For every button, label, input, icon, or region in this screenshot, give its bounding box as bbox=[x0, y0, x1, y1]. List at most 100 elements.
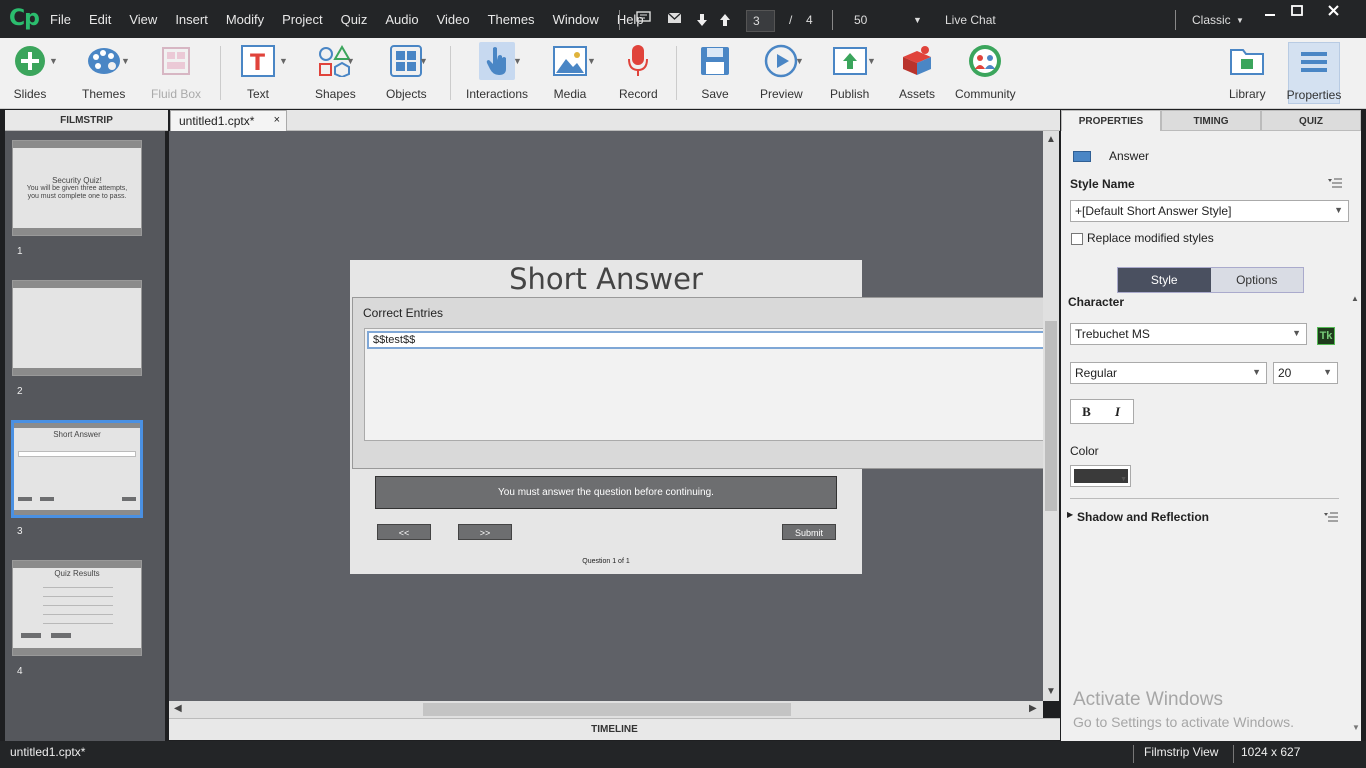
style-name-value: +[Default Short Answer Style] bbox=[1075, 204, 1232, 218]
scroll-down-icon[interactable]: ▼ bbox=[1352, 723, 1360, 732]
divider bbox=[1070, 498, 1339, 499]
options-tab[interactable]: Options bbox=[1211, 268, 1304, 292]
preview-button[interactable]: Preview bbox=[760, 42, 803, 104]
tab-timing[interactable]: TIMING bbox=[1161, 110, 1261, 131]
zoom-dropdown-icon[interactable]: ▼ bbox=[913, 15, 922, 25]
maximize-icon[interactable] bbox=[1291, 4, 1303, 20]
menu-file[interactable]: File bbox=[50, 12, 71, 27]
typekit-button[interactable]: Tk bbox=[1317, 327, 1335, 345]
slides-button[interactable]: Slides bbox=[12, 42, 48, 104]
workspace-dropdown-icon[interactable]: ▼ bbox=[1236, 16, 1244, 25]
scrollbar-thumb[interactable] bbox=[423, 703, 791, 716]
mail-icon[interactable] bbox=[667, 11, 682, 27]
assets-button[interactable]: Assets bbox=[899, 42, 935, 104]
collapse-icon[interactable]: ▲ bbox=[1351, 294, 1359, 303]
slide-number: 1 bbox=[17, 246, 23, 257]
chevron-down-icon[interactable]: ▼ bbox=[867, 56, 876, 66]
media-button[interactable]: Media bbox=[552, 42, 588, 104]
tab-properties[interactable]: PROPERTIES bbox=[1061, 110, 1161, 131]
community-button[interactable]: Community bbox=[955, 42, 1016, 104]
menu-quiz[interactable]: Quiz bbox=[341, 12, 368, 27]
color-picker[interactable]: ▼ bbox=[1070, 465, 1131, 487]
bold-button[interactable]: B bbox=[1071, 400, 1102, 423]
horizontal-scrollbar[interactable]: ◀ ▶ bbox=[169, 701, 1043, 718]
menu-audio[interactable]: Audio bbox=[385, 12, 418, 27]
chevron-down-icon[interactable]: ▼ bbox=[419, 56, 428, 66]
record-label: Record bbox=[619, 87, 658, 101]
shadow-menu-icon[interactable] bbox=[1323, 511, 1339, 526]
close-tab-icon[interactable]: × bbox=[274, 114, 280, 126]
objects-button[interactable]: Objects bbox=[386, 42, 427, 104]
style-menu-icon[interactable] bbox=[1327, 177, 1343, 192]
fluid-box-icon bbox=[158, 42, 194, 80]
minimize-icon[interactable] bbox=[1264, 4, 1276, 20]
correct-entries-list[interactable]: $$test$$ bbox=[364, 328, 1048, 441]
text-button[interactable]: T Text bbox=[240, 42, 276, 104]
scroll-down-icon[interactable]: ▼ bbox=[1046, 686, 1056, 697]
menu-view[interactable]: View bbox=[129, 12, 157, 27]
chevron-down-icon[interactable]: ▼ bbox=[279, 56, 288, 66]
close-icon[interactable] bbox=[1327, 4, 1340, 20]
properties-button[interactable]: Properties bbox=[1287, 42, 1341, 104]
slides-label: Slides bbox=[13, 87, 47, 101]
arrow-down-icon[interactable] bbox=[696, 13, 708, 30]
chevron-down-icon[interactable]: ▼ bbox=[795, 56, 804, 66]
chevron-down-icon[interactable]: ▼ bbox=[121, 56, 130, 66]
slide-thumbnail-3[interactable]: Short Answer bbox=[11, 420, 143, 518]
workspace-selector[interactable]: Classic bbox=[1192, 13, 1231, 27]
publish-button[interactable]: Publish bbox=[830, 42, 869, 104]
correct-entry-field[interactable]: $$test$$ bbox=[367, 331, 1047, 349]
tab-quiz[interactable]: QUIZ bbox=[1261, 110, 1361, 131]
interactions-button[interactable]: Interactions bbox=[466, 42, 528, 104]
menu-video[interactable]: Video bbox=[437, 12, 470, 27]
chevron-down-icon[interactable]: ▼ bbox=[587, 56, 596, 66]
library-button[interactable]: Library bbox=[1229, 42, 1266, 104]
slide-thumbnail-4[interactable]: Quiz Results bbox=[12, 560, 142, 656]
menu-themes[interactable]: Themes bbox=[488, 12, 535, 27]
menu-modify[interactable]: Modify bbox=[226, 12, 264, 27]
comment-icon[interactable] bbox=[636, 11, 651, 27]
shadow-reflection-label[interactable]: Shadow and Reflection bbox=[1077, 510, 1209, 524]
live-chat-link[interactable]: Live Chat bbox=[945, 13, 996, 27]
timeline-panel[interactable]: TIMELINE bbox=[169, 718, 1060, 740]
scroll-right-icon[interactable]: ▶ bbox=[1029, 703, 1037, 714]
menu-project[interactable]: Project bbox=[282, 12, 322, 27]
style-tab[interactable]: Style bbox=[1118, 268, 1211, 292]
zoom-value[interactable]: 50 bbox=[854, 13, 867, 27]
vertical-scrollbar[interactable]: ▲ ▼ bbox=[1043, 131, 1059, 701]
italic-button[interactable]: I bbox=[1102, 400, 1133, 423]
font-family-dropdown[interactable]: Trebuchet MS ▼ bbox=[1070, 323, 1307, 345]
scroll-up-icon[interactable]: ▲ bbox=[1046, 134, 1056, 145]
style-name-dropdown[interactable]: +[Default Short Answer Style] ▼ bbox=[1070, 200, 1349, 222]
current-slide-input[interactable]: 3 bbox=[746, 10, 775, 32]
slide-thumbnail-2[interactable] bbox=[12, 280, 142, 376]
font-style-dropdown[interactable]: Regular ▼ bbox=[1070, 362, 1267, 384]
submit-button[interactable]: Submit bbox=[782, 524, 836, 540]
fluid-box-label: Fluid Box bbox=[151, 87, 202, 101]
menu-insert[interactable]: Insert bbox=[175, 12, 208, 27]
shapes-button[interactable]: Shapes bbox=[315, 42, 356, 104]
menu-edit[interactable]: Edit bbox=[89, 12, 111, 27]
validation-message[interactable]: You must answer the question before cont… bbox=[375, 476, 837, 509]
back-button[interactable]: << bbox=[377, 524, 431, 540]
library-label: Library bbox=[1229, 87, 1266, 101]
expand-icon[interactable]: ▶ bbox=[1067, 510, 1073, 519]
scrollbar-thumb[interactable] bbox=[1045, 321, 1057, 511]
svg-text:T: T bbox=[250, 51, 265, 76]
replace-modified-checkbox[interactable] bbox=[1071, 233, 1083, 245]
slide-title[interactable]: Short Answer bbox=[350, 262, 862, 296]
arrow-up-icon[interactable] bbox=[719, 13, 731, 30]
next-button[interactable]: >> bbox=[458, 524, 512, 540]
scroll-left-icon[interactable]: ◀ bbox=[174, 703, 182, 714]
slide-separator: / bbox=[789, 13, 793, 27]
themes-button[interactable]: Themes bbox=[82, 42, 125, 104]
save-button[interactable]: Save bbox=[697, 42, 733, 104]
font-size-dropdown[interactable]: 20 ▼ bbox=[1273, 362, 1338, 384]
slide-thumbnail-1[interactable]: Security Quiz! You will be given three a… bbox=[12, 140, 142, 236]
chevron-down-icon[interactable]: ▼ bbox=[513, 56, 522, 66]
document-tab[interactable]: untitled1.cptx* × bbox=[170, 110, 287, 131]
chevron-down-icon[interactable]: ▼ bbox=[49, 56, 58, 66]
record-button[interactable]: Record bbox=[619, 42, 658, 104]
chevron-down-icon[interactable]: ▼ bbox=[346, 56, 355, 66]
menu-window[interactable]: Window bbox=[553, 12, 599, 27]
